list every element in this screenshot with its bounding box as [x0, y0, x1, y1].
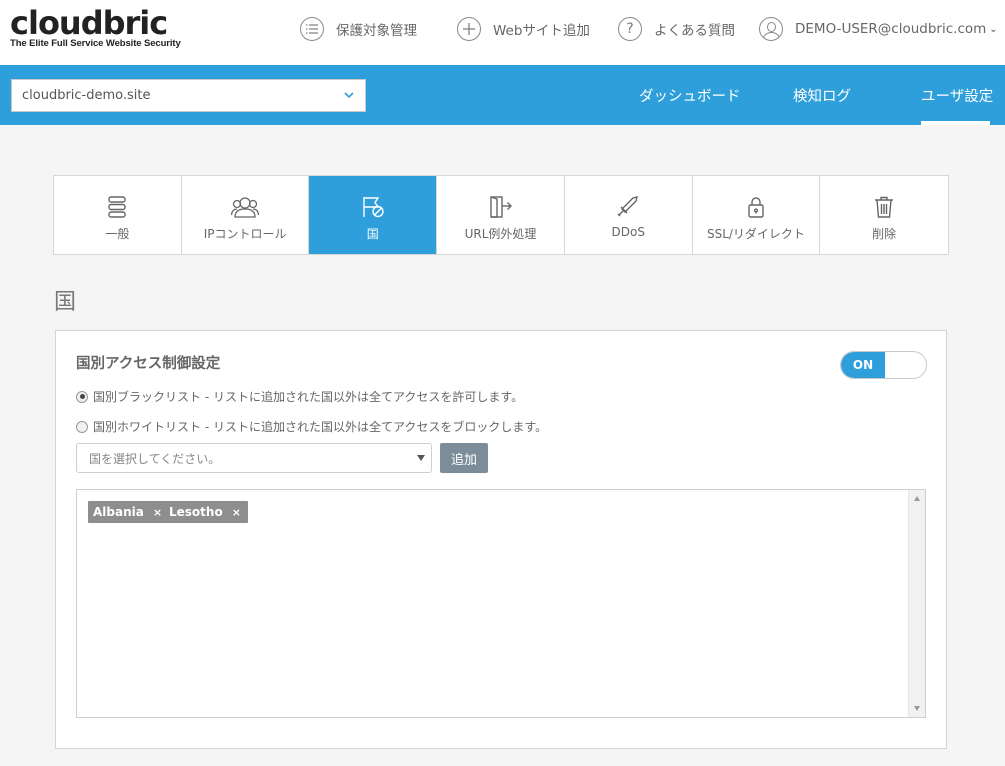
site-selector[interactable]: cloudbric-demo.site: [11, 79, 366, 112]
chevron-down-icon: ⌄: [989, 23, 998, 35]
scroll-up-icon[interactable]: [914, 496, 920, 501]
nav-add-website-label: Webサイト追加: [493, 23, 590, 39]
user-menu[interactable]: DEMO-USER@cloudbric.com ⌄: [759, 16, 998, 42]
radio-blacklist-option[interactable]: 国別ブラックリスト - リストに追加された国以外は全てアクセスを許可します。: [76, 388, 523, 405]
nav-add-website[interactable]: Webサイト追加: [457, 16, 590, 42]
tab-ssl-redirect-label: SSL/リダイレクト: [706, 227, 805, 241]
tab-ip-control[interactable]: IPコントロール: [182, 176, 310, 254]
nav-dashboard[interactable]: ダッシュボード: [639, 85, 741, 106]
site-nav-bar: cloudbric-demo.site ダッシュボード 検知ログ ユーザ設定: [0, 65, 1005, 125]
add-country-button[interactable]: 追加: [440, 443, 488, 473]
caret-down-icon: [417, 455, 425, 461]
remove-tag-icon[interactable]: ×: [232, 506, 241, 519]
scroll-down-icon[interactable]: [914, 706, 920, 711]
nav-protected-targets[interactable]: 保護対象管理: [300, 16, 417, 42]
tab-general-label: 一般: [105, 227, 130, 241]
flag-block-icon: [361, 195, 385, 219]
nav-protected-targets-label: 保護対象管理: [336, 23, 417, 39]
door-exit-icon: [489, 195, 513, 219]
panel-heading: 国別アクセス制御設定: [76, 356, 221, 372]
radio-blacklist-label: 国別ブラックリスト - リストに追加された国以外は全てアクセスを許可します。: [93, 390, 524, 404]
site-selector-value: cloudbric-demo.site: [22, 88, 151, 103]
question-icon: ?: [618, 17, 642, 41]
sword-icon: [616, 195, 640, 219]
tab-delete[interactable]: 削除: [820, 176, 948, 254]
radio-blacklist[interactable]: [76, 390, 88, 403]
cloudbric-logo[interactable]: cloudbric The Elite Full Service Website…: [10, 6, 181, 49]
radio-whitelist-option[interactable]: 国別ホワイトリスト - リストに追加された国以外は全てアクセスをブロックします。: [76, 418, 547, 435]
tab-url-exception[interactable]: URL例外処理: [437, 176, 565, 254]
lock-icon: [747, 195, 765, 219]
users-icon: [231, 195, 260, 219]
tab-ssl-redirect[interactable]: SSL/リダイレクト: [693, 176, 821, 254]
settings-tabs: 一般 IPコントロール 国 URL例外処理 DDoS SSL/リダイレクト 削除: [53, 175, 949, 255]
tag-list-scrollbar[interactable]: [908, 490, 925, 717]
country-tag: Albania ×: [88, 501, 170, 523]
tab-delete-label: 削除: [872, 227, 897, 241]
country-tag: Lesotho ×: [164, 501, 248, 523]
country-tag-label: Lesotho: [169, 505, 223, 519]
logo-tagline: The Elite Full Service Website Security: [10, 38, 181, 49]
tab-ddos-label: DDoS: [611, 225, 645, 239]
tab-general[interactable]: 一般: [54, 176, 182, 254]
country-select[interactable]: 国を選択してください。: [76, 443, 432, 473]
tab-url-exception-label: URL例外処理: [464, 227, 537, 241]
section-title: 国: [54, 290, 77, 315]
chevron-down-icon: [344, 88, 354, 102]
radio-whitelist[interactable]: [76, 420, 88, 433]
server-icon: [107, 195, 127, 219]
tab-country[interactable]: 国: [309, 176, 438, 254]
trash-icon: [874, 195, 894, 219]
top-header: cloudbric The Elite Full Service Website…: [0, 0, 1005, 65]
remove-tag-icon[interactable]: ×: [153, 506, 162, 519]
country-tag-label: Albania: [93, 505, 144, 519]
list-icon: [300, 17, 324, 41]
tab-ip-control-label: IPコントロール: [203, 227, 287, 241]
user-avatar-icon: [759, 17, 783, 41]
nav-faq[interactable]: ? よくある質問: [618, 16, 735, 42]
active-nav-indicator: [921, 121, 990, 125]
nav-user-settings[interactable]: ユーザ設定: [921, 85, 993, 106]
radio-whitelist-label: 国別ホワイトリスト - リストに追加された国以外は全てアクセスをブロックします。: [93, 420, 548, 434]
tab-ddos[interactable]: DDoS: [565, 176, 693, 254]
access-control-toggle[interactable]: ON: [840, 351, 927, 379]
toggle-on-label: ON: [841, 352, 885, 378]
plus-circle-icon: [457, 17, 481, 41]
nav-faq-label: よくある質問: [654, 23, 735, 39]
country-tag-list[interactable]: Albania × Lesotho ×: [76, 489, 926, 718]
country-access-panel: 国別アクセス制御設定 ON 国別ブラックリスト - リストに追加された国以外は全…: [55, 330, 947, 749]
tab-country-label: 国: [366, 227, 379, 241]
logo-wordmark: cloudbric: [10, 4, 168, 42]
user-email: DEMO-USER@cloudbric.com: [795, 21, 987, 37]
country-select-placeholder: 国を選択してください。: [89, 451, 221, 466]
nav-detection-log[interactable]: 検知ログ: [793, 85, 851, 106]
